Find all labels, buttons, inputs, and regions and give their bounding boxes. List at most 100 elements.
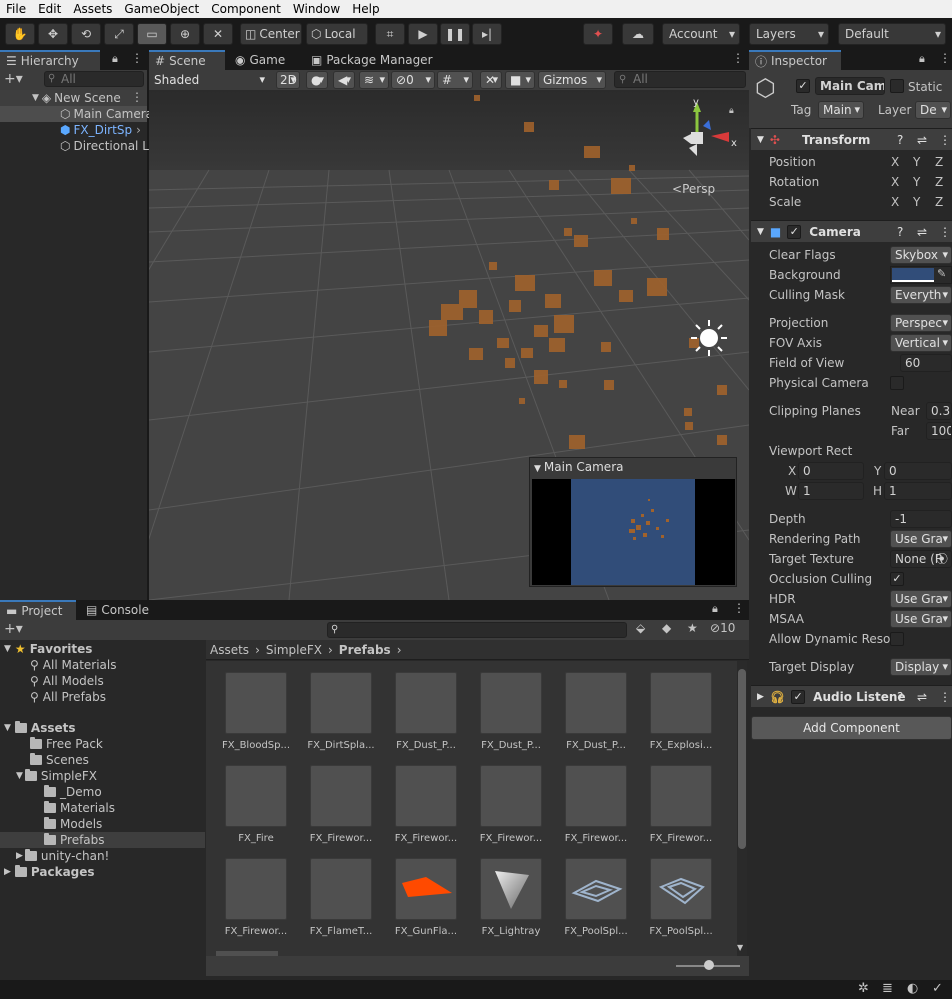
background-color-field[interactable]: ✎ [890,266,952,284]
kebab-menu-icon[interactable]: ⋮ [939,51,951,65]
position-x-label[interactable]: X [891,154,899,170]
grid-dropdown[interactable]: # [437,71,473,89]
tools-toggle[interactable]: ✕ [480,71,502,89]
favorite-star-icon[interactable]: ★ [687,621,698,635]
transform-header[interactable]: ▼ ✣ Transform ? ⇌ ⋮ [751,128,952,150]
asset-item[interactable]: FX_Firewor... [556,765,636,851]
preset-icon[interactable]: ⇌ [917,690,927,704]
account-dropdown[interactable]: Account ▾ [662,23,740,45]
menu-help[interactable]: Help [346,0,385,18]
asset-item[interactable]: FX_DirtSpla... [301,672,381,758]
add-component-button[interactable]: Add Component [751,716,952,740]
tab-hierarchy[interactable]: ☰ Hierarchy [0,50,100,70]
fov-axis-dropdown[interactable]: Vertical [890,334,952,352]
active-checkbox[interactable]: ✓ [796,79,810,93]
hierarchy-item[interactable]: ⬡ Directional L [0,138,149,154]
asset-item[interactable]: FX_Firewor... [471,765,551,851]
hidden-objects-toggle[interactable]: ⊘0 [391,71,435,89]
rotation-x-label[interactable]: X [891,174,899,190]
folder-item[interactable]: Scenes [30,752,89,768]
tab-console[interactable]: ▤ Console [80,600,160,620]
scale-y-label[interactable]: Y [913,194,920,210]
menu-gameobject[interactable]: GameObject [118,0,205,18]
asset-item[interactable]: FX_BloodSp... [216,672,296,758]
near-field[interactable]: 0.3 [926,402,952,420]
project-search-input[interactable]: ⚲ [327,622,627,638]
add-icon[interactable]: +▾ [4,621,23,637]
audio-listener-checkbox[interactable]: ✓ [791,689,806,704]
menu-window[interactable]: Window [287,0,346,18]
add-icon[interactable]: +▾ [4,71,23,87]
far-field[interactable]: 100 [926,422,952,440]
scene-row[interactable]: ▼ ◈ New Scene ⋮ [0,90,147,106]
lock-icon[interactable]: 🔒︎ [112,52,118,66]
hierarchy-item[interactable]: ⬡ Main Camera [0,106,153,122]
asset-item[interactable]: FX_Fire [216,765,296,851]
scene-search-input[interactable]: ⚲ All [614,71,746,88]
folder-item[interactable]: ▼ SimpleFX [16,768,97,784]
lock-icon[interactable]: 🔒︎ [712,602,718,616]
hierarchy-search-input[interactable]: ⚲ All [44,71,144,87]
fov-field[interactable]: 60 [900,354,952,372]
snap-icon[interactable]: ⌗ [375,23,405,45]
tab-game[interactable]: ◉ Game [229,50,299,70]
position-z-label[interactable]: Z [935,154,943,170]
asset-item[interactable]: FX_PoolSpl... [556,858,636,944]
folder-item[interactable]: Materials [44,800,115,816]
clear-flags-dropdown[interactable]: Skybox [890,246,952,264]
layout-dropdown[interactable]: Default ▾ [838,23,946,45]
layers-dropdown[interactable]: Layers ▾ [749,23,829,45]
scale-z-label[interactable]: Z [935,194,943,210]
help-icon[interactable]: ? [897,225,903,239]
breadcrumb-simplefx[interactable]: SimpleFX [266,643,322,657]
kebab-menu-icon[interactable]: ⋮ [732,51,744,65]
object-name-field[interactable]: Main Came [815,77,885,95]
persp-label[interactable]: <Persp [672,182,715,196]
camera-dropdown[interactable]: ■ [505,71,535,89]
help-icon[interactable]: ? [897,690,903,704]
static-checkbox[interactable] [890,79,904,93]
layers-stack-icon[interactable]: ≣ [882,981,893,996]
play-button[interactable]: ▶ [408,23,438,45]
scale-x-label[interactable]: X [891,194,899,210]
asset-grid-scrollbar[interactable]: ▼ [737,661,747,956]
asset-item[interactable]: FX_GunFla... [386,858,466,944]
debug-icon[interactable]: ✲ [858,981,869,996]
rendering-path-dropdown[interactable]: Use Gra [890,530,952,548]
label-filter-icon[interactable]: ◆ [662,621,671,635]
kebab-menu-icon[interactable]: ⋮ [939,690,951,704]
effects-dropdown[interactable]: ≋ [359,71,389,89]
lighting-toggle[interactable]: ● [306,71,328,89]
hierarchy-item[interactable]: ⬢ FX_DirtSp › [0,122,147,138]
physical-camera-checkbox[interactable] [890,376,904,390]
rotate-tool-icon[interactable]: ⟲ [71,23,101,45]
breadcrumb-prefabs[interactable]: Prefabs [339,643,391,657]
auto-generate-lighting-icon[interactable]: ◐ [907,981,918,996]
shading-mode-dropdown[interactable]: Shaded [149,71,269,89]
preset-icon[interactable]: ⇌ [917,133,927,147]
hidden-packages-toggle[interactable]: ⊘ 10 [710,621,735,635]
breadcrumb-assets[interactable]: Assets [210,643,249,657]
gizmos-dropdown[interactable]: Gizmos [538,71,606,89]
packages-header[interactable]: ▶ Packages [4,864,95,880]
camera-enabled-checkbox[interactable]: ✓ [787,224,802,239]
hand-tool-icon[interactable]: ✋ [5,23,35,45]
tab-project[interactable]: ▬ Project [0,600,76,620]
kebab-menu-icon[interactable]: ⋮ [733,601,745,615]
asset-item[interactable]: FX_Explosi... [641,672,721,758]
folder-item[interactable]: Models [44,816,102,832]
chevron-right-icon[interactable]: › [136,123,141,137]
folder-item-selected[interactable]: Prefabs [0,832,205,848]
space-toggle[interactable]: ⬡ Local [306,23,368,45]
step-button[interactable]: ▸| [472,23,502,45]
menu-assets[interactable]: Assets [67,0,118,18]
slider-handle[interactable] [704,960,714,970]
target-texture-field[interactable]: None (R ⦿ [890,550,952,568]
gameobject-icon[interactable]: ⬡ [755,74,776,102]
collab-icon[interactable]: ✦ [583,23,613,45]
favorite-item[interactable]: ⚲ All Materials [30,657,117,673]
target-display-dropdown[interactable]: Display [890,658,952,676]
transform-tool-icon[interactable]: ⊕ [170,23,200,45]
favorites-header[interactable]: ▼ ★ Favorites [4,641,92,657]
tab-scene[interactable]: # Scene [149,50,225,70]
